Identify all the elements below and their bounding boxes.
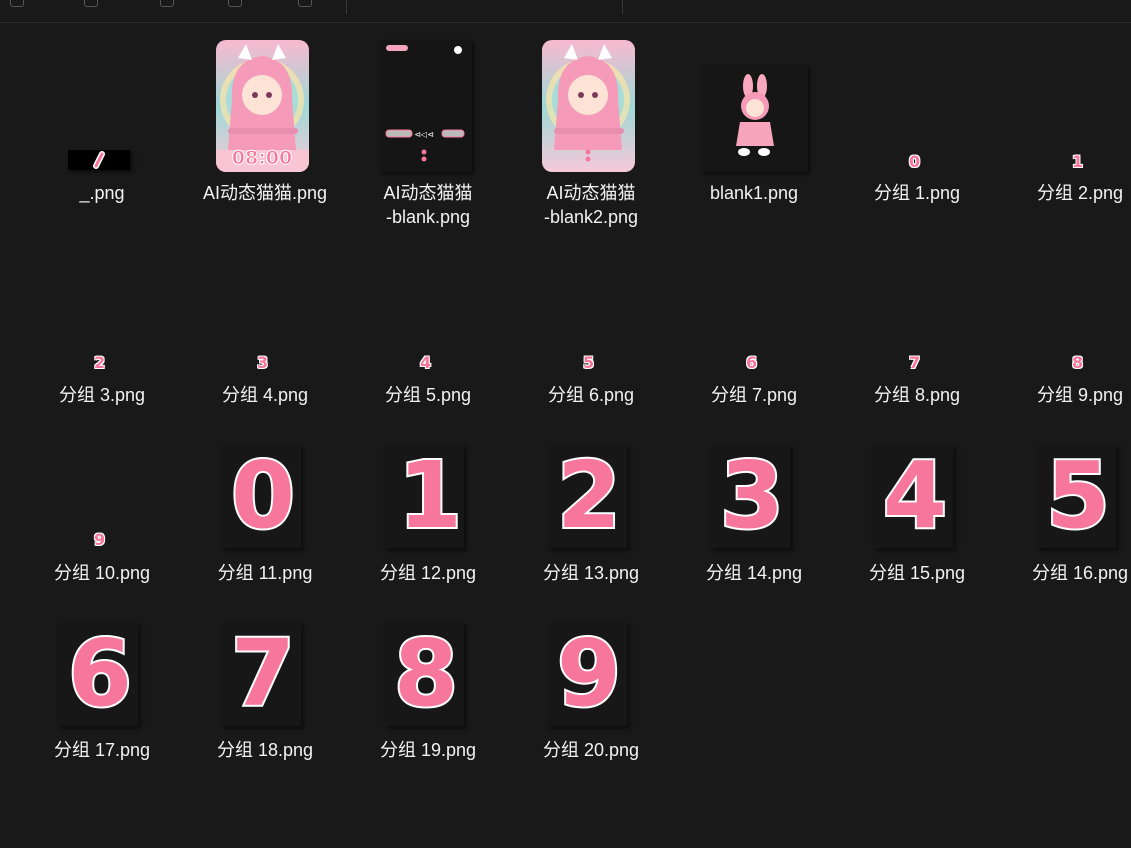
digit-thumbnail: 1 <box>396 442 464 549</box>
file-name: _.png <box>79 183 125 203</box>
digit-thumbnail: 5 <box>1044 442 1112 549</box>
file-name: 分组 8.png <box>873 385 961 405</box>
file-name: 分组 7.png <box>710 385 798 405</box>
file-name-line2: -blank.png <box>385 207 471 227</box>
file-name: 分组 13.png <box>542 563 640 583</box>
file-name: 分组 15.png <box>868 563 966 583</box>
file-name: 分组 14.png <box>705 563 803 583</box>
clock-overlay-text: 08:00 <box>232 147 292 169</box>
file-name: 分组 17.png <box>53 740 151 760</box>
file-name: 分组 6.png <box>547 385 635 405</box>
cat-girl-wallpaper-thumbnail <box>542 40 635 172</box>
svg-text:⊲◁⊲: ⊲◁⊲ <box>414 130 434 139</box>
file-name: 分组 12.png <box>379 563 477 583</box>
file-name-line1: AI动态猫猫 <box>546 183 636 203</box>
file-name: 分组 1.png <box>873 183 961 203</box>
digit-thumbnail: 1 <box>1072 152 1084 171</box>
file-name: 分组 3.png <box>58 385 146 405</box>
digit-thumbnail: 4 <box>420 353 432 372</box>
digit-thumbnail: 4 <box>881 442 949 549</box>
slash-sprite-thumbnail <box>68 150 130 170</box>
file-name: 分组 5.png <box>384 385 472 405</box>
file-name: 分组 19.png <box>379 740 477 760</box>
file-name: 分组 11.png <box>217 563 313 583</box>
info-icon[interactable] <box>160 0 174 7</box>
pane-icon[interactable] <box>228 0 242 7</box>
digit-thumbnail: 3 <box>257 353 269 372</box>
file-name: 分组 18.png <box>216 740 314 760</box>
toolbar <box>0 0 1131 23</box>
file-name: 分组 20.png <box>542 740 640 760</box>
view-icon[interactable] <box>10 0 24 7</box>
slash-icon <box>68 150 130 170</box>
file-name: 分组 16.png <box>1031 563 1129 583</box>
digit-thumbnail: 8 <box>1072 353 1084 372</box>
digit-thumbnail: 5 <box>583 353 595 372</box>
digit-thumbnail: 9 <box>94 530 106 549</box>
digit-thumbnail: 9 <box>555 620 623 727</box>
digit-thumbnail: 3 <box>718 442 786 549</box>
digit-thumbnail: 7 <box>909 353 921 372</box>
digit-thumbnail: 8 <box>392 620 460 727</box>
cat-girl-wallpaper-thumbnail: 08:00 <box>216 40 309 172</box>
file-name: 分组 9.png <box>1036 385 1124 405</box>
copy-icon[interactable] <box>84 0 98 7</box>
digit-thumbnail: 2 <box>555 442 623 549</box>
bunny-girl-sticker-thumbnail <box>702 66 808 172</box>
file-name: 分组 2.png <box>1036 183 1124 203</box>
file-name-line1: AI动态猫猫 <box>383 183 473 203</box>
file-name: AI动态猫猫.png <box>202 183 328 203</box>
digit-thumbnail: 0 <box>229 442 297 549</box>
digit-thumbnail: 6 <box>746 353 758 372</box>
toolbar-separator <box>622 0 623 14</box>
digit-thumbnail: 7 <box>229 620 297 727</box>
file-name: blank1.png <box>709 183 799 203</box>
digit-thumbnail: 0 <box>909 152 921 171</box>
transparent-ui-overlay-thumbnail: ⊲◁⊲ <box>380 40 472 172</box>
file-name: 分组 10.png <box>53 563 151 583</box>
digit-thumbnail: 6 <box>66 620 134 727</box>
digit-thumbnail: 2 <box>94 353 106 372</box>
more-icon[interactable] <box>298 0 312 7</box>
file-name-line2: -blank2.png <box>543 207 639 227</box>
toolbar-separator <box>346 0 347 14</box>
file-name: 分组 4.png <box>221 385 309 405</box>
